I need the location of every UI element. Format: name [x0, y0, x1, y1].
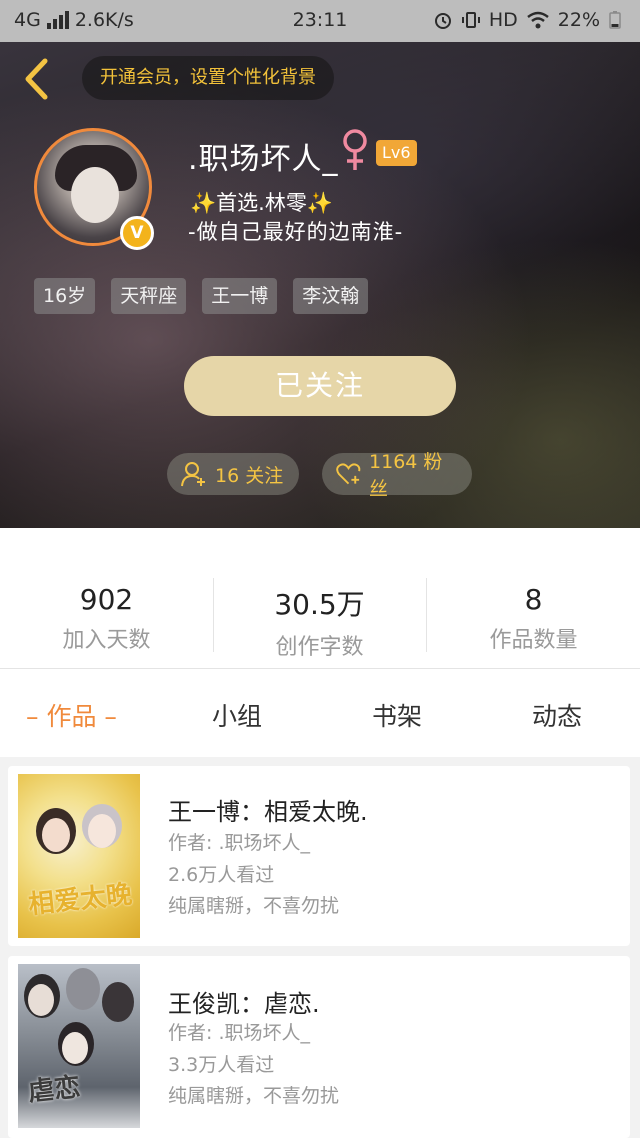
female-icon	[343, 129, 367, 170]
profile-stats: 902 加入天数 30.5万 创作字数 8 作品数量	[0, 528, 640, 669]
work-title: 王一博：相爱太晚.	[168, 798, 368, 826]
work-item[interactable]: 虐恋 王俊凯：虐恋. 作者: .职场坏人_ 3.3万人看过 纯属瞎掰，不喜勿扰	[8, 956, 630, 1138]
work-description: 纯属瞎掰，不喜勿扰	[168, 1085, 340, 1107]
profile-tabs: – 作品 – 小组 书架 动态	[0, 669, 640, 757]
book-cover-image: 虐恋	[18, 964, 140, 1128]
chevron-left-icon	[25, 58, 48, 100]
alarm-icon	[434, 13, 451, 29]
stat-days-joined: 902 加入天数	[0, 583, 213, 654]
stat-label: 创作字数	[275, 635, 364, 660]
tab-groups[interactable]: 小组	[212, 697, 262, 733]
work-views: 3.3万人看过	[168, 1054, 275, 1076]
followers-count: 1164 粉丝	[369, 451, 443, 500]
battery-level: 22%	[557, 9, 600, 31]
follow-button[interactable]: 已关注	[184, 356, 456, 416]
stat-label: 加入天数	[62, 628, 151, 653]
battery-icon	[609, 11, 621, 29]
followers-button[interactable]: 1164 粉丝	[322, 451, 472, 500]
stat-words-written: 30.5万 创作字数	[213, 583, 426, 661]
work-description: 纯属瞎掰，不喜勿扰	[168, 895, 340, 917]
cover-title: 虐恋	[26, 1072, 82, 1108]
stat-value: 8	[524, 583, 543, 616]
status-bar: 4G 2.6K/s 23:11 HD 22%	[0, 0, 640, 42]
bio-line-1: ✨首选.林零✨	[190, 191, 333, 215]
tab-bookshelf[interactable]: 书架	[372, 697, 422, 733]
tag-age: 16岁	[34, 278, 96, 314]
level-badge: Lv6	[376, 140, 417, 166]
work-author: 作者: .职场坏人_	[168, 1022, 310, 1044]
back-button[interactable]	[16, 56, 56, 102]
stat-value: 902	[79, 583, 134, 616]
work-author: 作者: .职场坏人_	[168, 832, 310, 854]
vibrate-icon	[461, 12, 480, 28]
following-count: 16 关注	[215, 464, 284, 487]
profile-tags: 16岁 天秤座 王一博 李汶翰	[34, 278, 369, 314]
hd-indicator: HD	[488, 9, 518, 31]
verified-badge-icon: V	[120, 216, 154, 250]
tag-idol-1: 王一博	[202, 278, 278, 314]
cover-title: 相爱太晚	[26, 879, 134, 921]
work-views: 2.6万人看过	[168, 864, 275, 886]
stat-value: 30.5万	[274, 588, 365, 621]
tag-zodiac: 天秤座	[111, 278, 187, 314]
work-item[interactable]: 相爱太晚 王一博：相爱太晚. 作者: .职场坏人_ 2.6万人看过 纯属瞎掰，不…	[8, 766, 630, 946]
tab-activity[interactable]: 动态	[532, 697, 582, 733]
bio-line-2: -做自己最好的边南淮-	[188, 220, 404, 244]
wifi-icon	[526, 11, 549, 29]
stat-label: 作品数量	[489, 628, 578, 653]
stat-works-count: 8 作品数量	[427, 583, 640, 654]
work-title: 王俊凯：虐恋.	[168, 990, 320, 1018]
tab-works[interactable]: – 作品 –	[26, 697, 117, 733]
heart-plus-icon	[336, 463, 361, 485]
username: .职场坏人_	[188, 142, 339, 177]
user-plus-icon	[181, 462, 205, 487]
vip-background-prompt[interactable]: 开通会员，设置个性化背景	[82, 56, 334, 100]
book-cover-image: 相爱太晚	[18, 774, 140, 938]
tag-idol-2: 李汶翰	[293, 278, 369, 314]
following-button[interactable]: 16 关注	[167, 453, 299, 495]
